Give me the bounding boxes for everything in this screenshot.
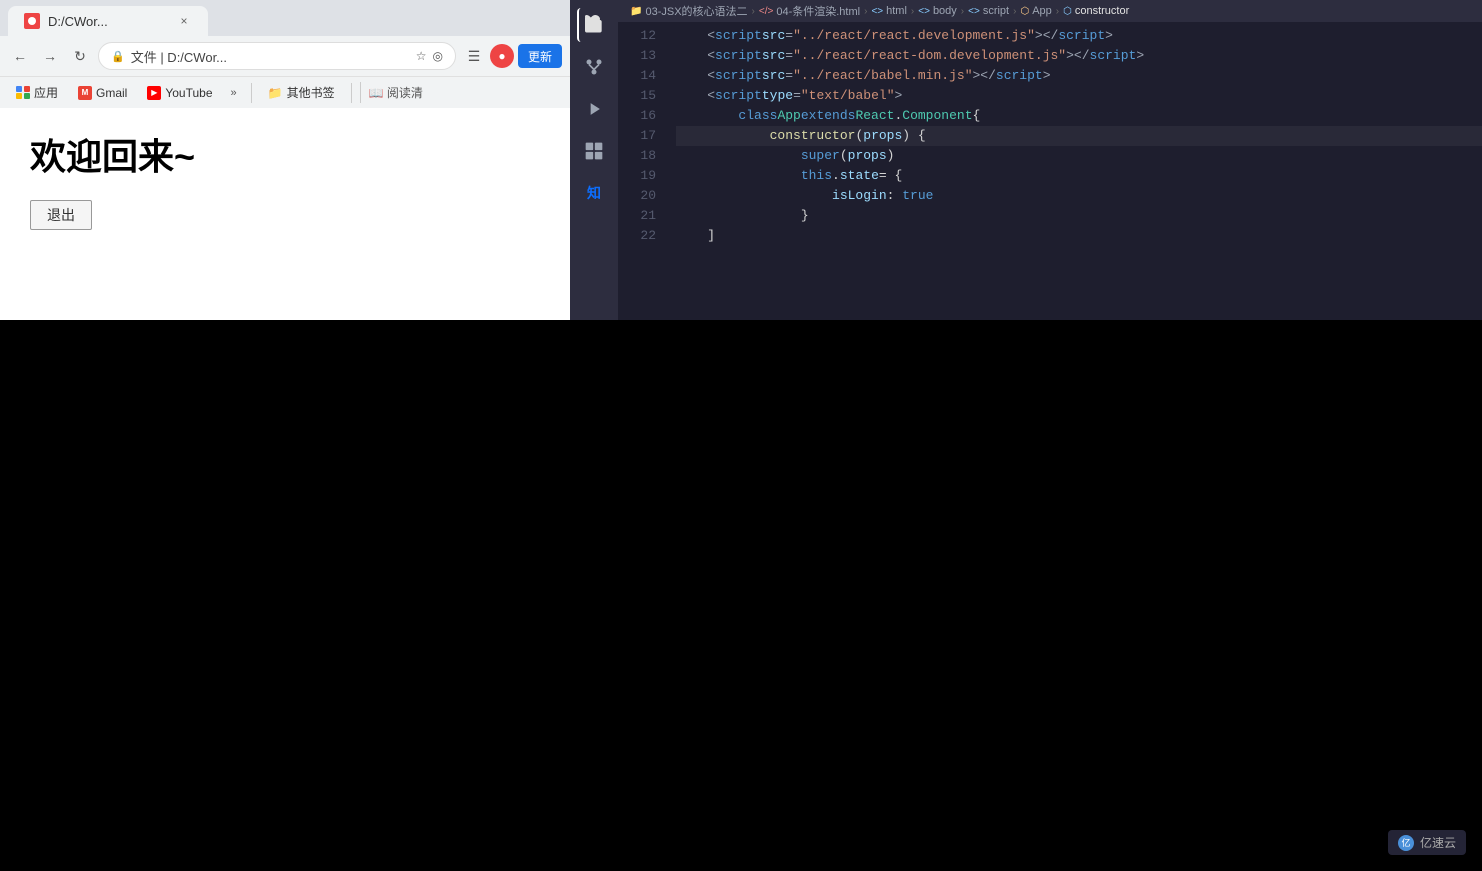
back-button[interactable]: ← — [8, 44, 32, 68]
tag-icon2: <> — [918, 6, 930, 17]
address-bar: ← → ↻ 🔒 文件 | D:/CWor... ☆ ◎ ☰ ● 更新 — [0, 36, 570, 76]
bc-sep3: › — [911, 6, 914, 17]
logout-button[interactable]: 退出 — [30, 200, 92, 230]
html-file-icon: </> — [759, 6, 773, 17]
breadcrumb-bar: 📁 03-JSX的核心语法二 › </> 04-条件渲染.html › <> h… — [618, 0, 1482, 22]
code-line-12: <script src="../react/react.development.… — [676, 26, 1482, 46]
breadcrumb-html: <> html — [871, 5, 906, 17]
method-icon: ⬡ — [1063, 6, 1072, 17]
watermark-text: 亿速云 — [1420, 834, 1456, 851]
watermark-logo-text: 亿 — [1401, 836, 1410, 849]
address-input[interactable]: 🔒 文件 | D:/CWor... ☆ ◎ — [98, 42, 456, 70]
apps-label: 应用 — [34, 84, 58, 101]
explorer-icon[interactable] — [577, 8, 611, 42]
bc-sep2: › — [864, 6, 867, 17]
reading-label: 阅读清 — [387, 86, 423, 100]
bookmark-other[interactable]: 📁 其他书签 — [260, 81, 343, 105]
extensions-icon[interactable]: ☰ — [462, 44, 486, 68]
folder-icon: 📁 — [268, 86, 283, 100]
class-icon: ⬡ — [1020, 6, 1029, 17]
vscode-editor: 📁 03-JSX的核心语法二 › </> 04-条件渲染.html › <> h… — [618, 0, 1482, 320]
more-bookmarks-btn[interactable]: » — [225, 85, 243, 101]
code-line-21: } — [676, 206, 1482, 226]
gmail-label: Gmail — [96, 86, 127, 100]
watermark-logo: 亿 — [1398, 835, 1414, 851]
run-debug-icon[interactable] — [577, 92, 611, 126]
tag-icon1: <> — [871, 6, 883, 17]
code-line-17: constructor(props) { — [676, 126, 1482, 146]
page-content-area: 欢迎回来~ 退出 — [0, 108, 570, 250]
forward-button[interactable]: → — [38, 44, 62, 68]
reload-button[interactable]: ↻ — [68, 44, 92, 68]
browser-chrome: D:/CWor... × ← → ↻ 🔒 文件 | D:/CWor... ☆ ◎… — [0, 0, 570, 109]
extensions-icon[interactable] — [577, 134, 611, 168]
code-line-13: <script src="../react/react-dom.developm… — [676, 46, 1482, 66]
bc-sep6: › — [1056, 6, 1059, 17]
watermark: 亿 亿速云 — [1388, 830, 1466, 855]
code-line-22: ] — [676, 226, 1482, 246]
bookmark-gmail[interactable]: M Gmail — [70, 81, 135, 105]
breadcrumb-app: ⬡ App — [1020, 5, 1051, 17]
apps-favicon — [16, 86, 30, 100]
divider2 — [351, 83, 352, 103]
bc-sep1: › — [752, 6, 755, 17]
code-lines: <script src="../react/react.development.… — [668, 22, 1482, 320]
divider — [251, 83, 252, 103]
other-bookmarks-label: 其他书签 — [287, 84, 335, 101]
activity-bar: 知 — [570, 0, 618, 320]
tab-title: D:/CWor... — [48, 14, 108, 29]
bottom-area — [0, 320, 1482, 871]
browser-content: 欢迎回来~ 退出 — [0, 108, 570, 320]
profile-avatar[interactable]: ● — [490, 44, 514, 68]
code-line-14: <script src="../react/babel.min.js"></sc… — [676, 66, 1482, 86]
breadcrumb-script: <> script — [968, 5, 1009, 17]
update-button[interactable]: 更新 — [518, 44, 562, 68]
breadcrumb-folder: 📁 03-JSX的核心语法二 — [630, 3, 748, 19]
welcome-heading: 欢迎回来~ — [30, 128, 540, 180]
reading-icon: 📖 — [369, 86, 384, 100]
breadcrumb-file: </> 04-条件渲染.html — [759, 3, 860, 19]
bc-sep5: › — [1013, 6, 1016, 17]
gmail-favicon: M — [78, 86, 92, 100]
breadcrumb-constructor: ⬡ constructor — [1063, 5, 1129, 17]
youtube-label: YouTube — [165, 86, 212, 100]
line-numbers: 12 13 14 15 16 17 18 19 20 21 22 — [618, 22, 668, 320]
tag-icon3: <> — [968, 6, 980, 17]
tab-close-btn[interactable]: × — [176, 13, 192, 29]
youtube-favicon: ▶ — [147, 86, 161, 100]
code-line-18: super(props) — [676, 146, 1482, 166]
zhihu-icon[interactable]: 知 — [577, 176, 611, 210]
read-aloud-icon[interactable]: ◎ — [433, 49, 443, 63]
address-text: 文件 | D:/CWor... — [131, 47, 410, 66]
tab-favicon — [24, 13, 40, 29]
bookmark-youtube[interactable]: ▶ YouTube — [139, 81, 220, 105]
folder-icon-bc: 📁 — [630, 6, 642, 17]
toolbar-right: ☰ ● 更新 — [462, 44, 562, 68]
breadcrumb-body: <> body — [918, 5, 957, 17]
code-line-19: this.state = { — [676, 166, 1482, 186]
code-line-20: isLogin: true — [676, 186, 1482, 206]
lock-icon: 🔒 — [111, 50, 125, 63]
tab-bar: D:/CWor... × — [0, 0, 570, 36]
source-control-icon[interactable] — [577, 50, 611, 84]
code-line-16: class App extends React.Component { — [676, 106, 1482, 126]
active-tab[interactable]: D:/CWor... × — [8, 6, 208, 36]
reading-mode-btn[interactable]: 📖 阅读清 — [360, 82, 431, 103]
bookmark-star-icon[interactable]: ☆ — [416, 49, 427, 63]
code-editor-area[interactable]: 12 13 14 15 16 17 18 19 20 21 22 <script… — [618, 22, 1482, 320]
bookmarks-bar: 应用 M Gmail ▶ YouTube » 📁 其他书签 📖 阅读清 — [0, 76, 570, 108]
bookmark-apps[interactable]: 应用 — [8, 81, 66, 105]
code-line-15: <script type="text/babel"> — [676, 86, 1482, 106]
bc-sep4: › — [961, 6, 964, 17]
